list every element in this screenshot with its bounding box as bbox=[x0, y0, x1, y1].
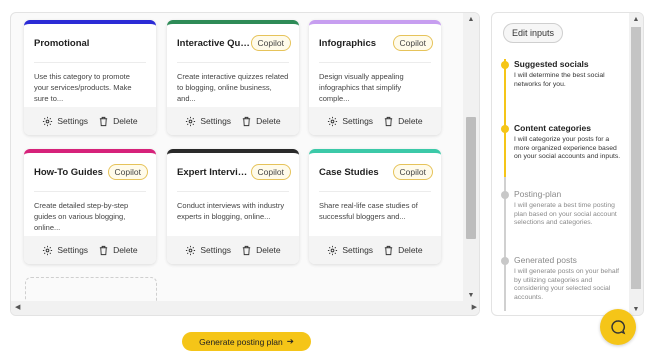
trash-icon bbox=[99, 245, 108, 255]
chat-button[interactable] bbox=[600, 309, 636, 345]
delete-button[interactable]: Delete bbox=[383, 245, 423, 256]
category-card: Case Studies Copilot Share real-life cas… bbox=[309, 149, 441, 264]
horizontal-scrollbar[interactable]: ◀ ▶ bbox=[11, 301, 479, 315]
sidebar-scrollbar[interactable]: ▲ ▼ bbox=[629, 13, 643, 315]
scroll-up-icon[interactable]: ▲ bbox=[629, 15, 643, 25]
trash-icon bbox=[384, 245, 393, 255]
trash-icon bbox=[242, 116, 251, 126]
settings-button[interactable]: Settings bbox=[42, 116, 88, 127]
card-description: Create interactive quizzes related to bl… bbox=[177, 72, 289, 103]
card-description: Conduct interviews with industry experts… bbox=[177, 201, 285, 221]
card-description: Share real-life case studies of successf… bbox=[319, 201, 418, 221]
category-card: Interactive Quizz... Copilot Create inte… bbox=[167, 20, 299, 135]
card-title: Expert Interviews bbox=[177, 166, 251, 178]
scroll-left-icon[interactable]: ◀ bbox=[15, 303, 20, 313]
scroll-up-icon[interactable]: ▲ bbox=[463, 15, 479, 25]
gear-icon bbox=[186, 245, 196, 255]
chat-icon bbox=[611, 320, 626, 335]
add-category-placeholder[interactable] bbox=[25, 277, 157, 303]
scroll-thumb[interactable] bbox=[631, 27, 641, 289]
category-card: Promotional Use this category to promote… bbox=[24, 20, 156, 135]
settings-button[interactable]: Settings bbox=[185, 245, 231, 256]
copilot-badge: Copilot bbox=[250, 35, 291, 51]
scroll-right-icon[interactable]: ▶ bbox=[472, 303, 477, 313]
scroll-down-icon[interactable]: ▼ bbox=[629, 305, 643, 315]
page: Promotional Use this category to promote… bbox=[0, 0, 650, 358]
edit-inputs-button[interactable]: Edit inputs bbox=[503, 23, 564, 43]
scroll-down-icon[interactable]: ▼ bbox=[463, 291, 479, 301]
card-title: Interactive Quizz... bbox=[177, 37, 251, 49]
card-title: How-To Guides bbox=[34, 166, 103, 178]
category-card: How-To Guides Copilot Create detailed st… bbox=[24, 149, 156, 264]
copilot-badge: Copilot bbox=[392, 35, 433, 51]
copilot-badge: Copilot bbox=[392, 164, 433, 180]
arrow-right-icon: ➔ bbox=[286, 336, 294, 346]
delete-button[interactable]: Delete bbox=[383, 116, 423, 127]
step-dot bbox=[501, 125, 509, 133]
vertical-scrollbar[interactable]: ▲ ▼ bbox=[463, 13, 479, 303]
gear-icon bbox=[43, 116, 53, 126]
copilot-badge: Copilot bbox=[250, 164, 291, 180]
progress-sidebar: Edit inputs Suggested socials I will det… bbox=[491, 12, 644, 316]
category-card: Infographics Copilot Design visually app… bbox=[309, 20, 441, 135]
delete-button[interactable]: Delete bbox=[241, 245, 281, 256]
trash-icon bbox=[242, 245, 251, 255]
gear-icon bbox=[328, 245, 338, 255]
card-description: Create detailed step-by-step guides on v… bbox=[34, 201, 129, 232]
trash-icon bbox=[384, 116, 393, 126]
settings-button[interactable]: Settings bbox=[327, 245, 373, 256]
step-dot bbox=[501, 61, 509, 69]
settings-button[interactable]: Settings bbox=[42, 245, 88, 256]
delete-button[interactable]: Delete bbox=[98, 116, 138, 127]
scroll-thumb[interactable] bbox=[466, 117, 476, 239]
trash-icon bbox=[99, 116, 108, 126]
delete-button[interactable]: Delete bbox=[241, 116, 281, 127]
gear-icon bbox=[328, 116, 338, 126]
step-dot bbox=[501, 257, 509, 265]
gear-icon bbox=[186, 116, 196, 126]
category-card: Expert Interviews Copilot Conduct interv… bbox=[167, 149, 299, 264]
categories-grid: Promotional Use this category to promote… bbox=[11, 13, 463, 303]
card-title: Infographics bbox=[319, 37, 377, 49]
card-title: Promotional bbox=[34, 37, 90, 49]
card-description: Design visually appealing infographics t… bbox=[319, 72, 404, 103]
timeline-rail-active bbox=[504, 59, 506, 177]
card-title: Case Studies bbox=[319, 166, 379, 178]
categories-panel: Promotional Use this category to promote… bbox=[10, 12, 480, 316]
delete-button[interactable]: Delete bbox=[98, 245, 138, 256]
settings-button[interactable]: Settings bbox=[327, 116, 373, 127]
settings-button[interactable]: Settings bbox=[185, 116, 231, 127]
step-dot bbox=[501, 191, 509, 199]
generate-posting-plan-button[interactable]: Generate posting plan ➔ bbox=[182, 332, 311, 351]
gear-icon bbox=[43, 245, 53, 255]
copilot-badge: Copilot bbox=[107, 164, 148, 180]
card-description: Use this category to promote your servic… bbox=[34, 72, 132, 103]
